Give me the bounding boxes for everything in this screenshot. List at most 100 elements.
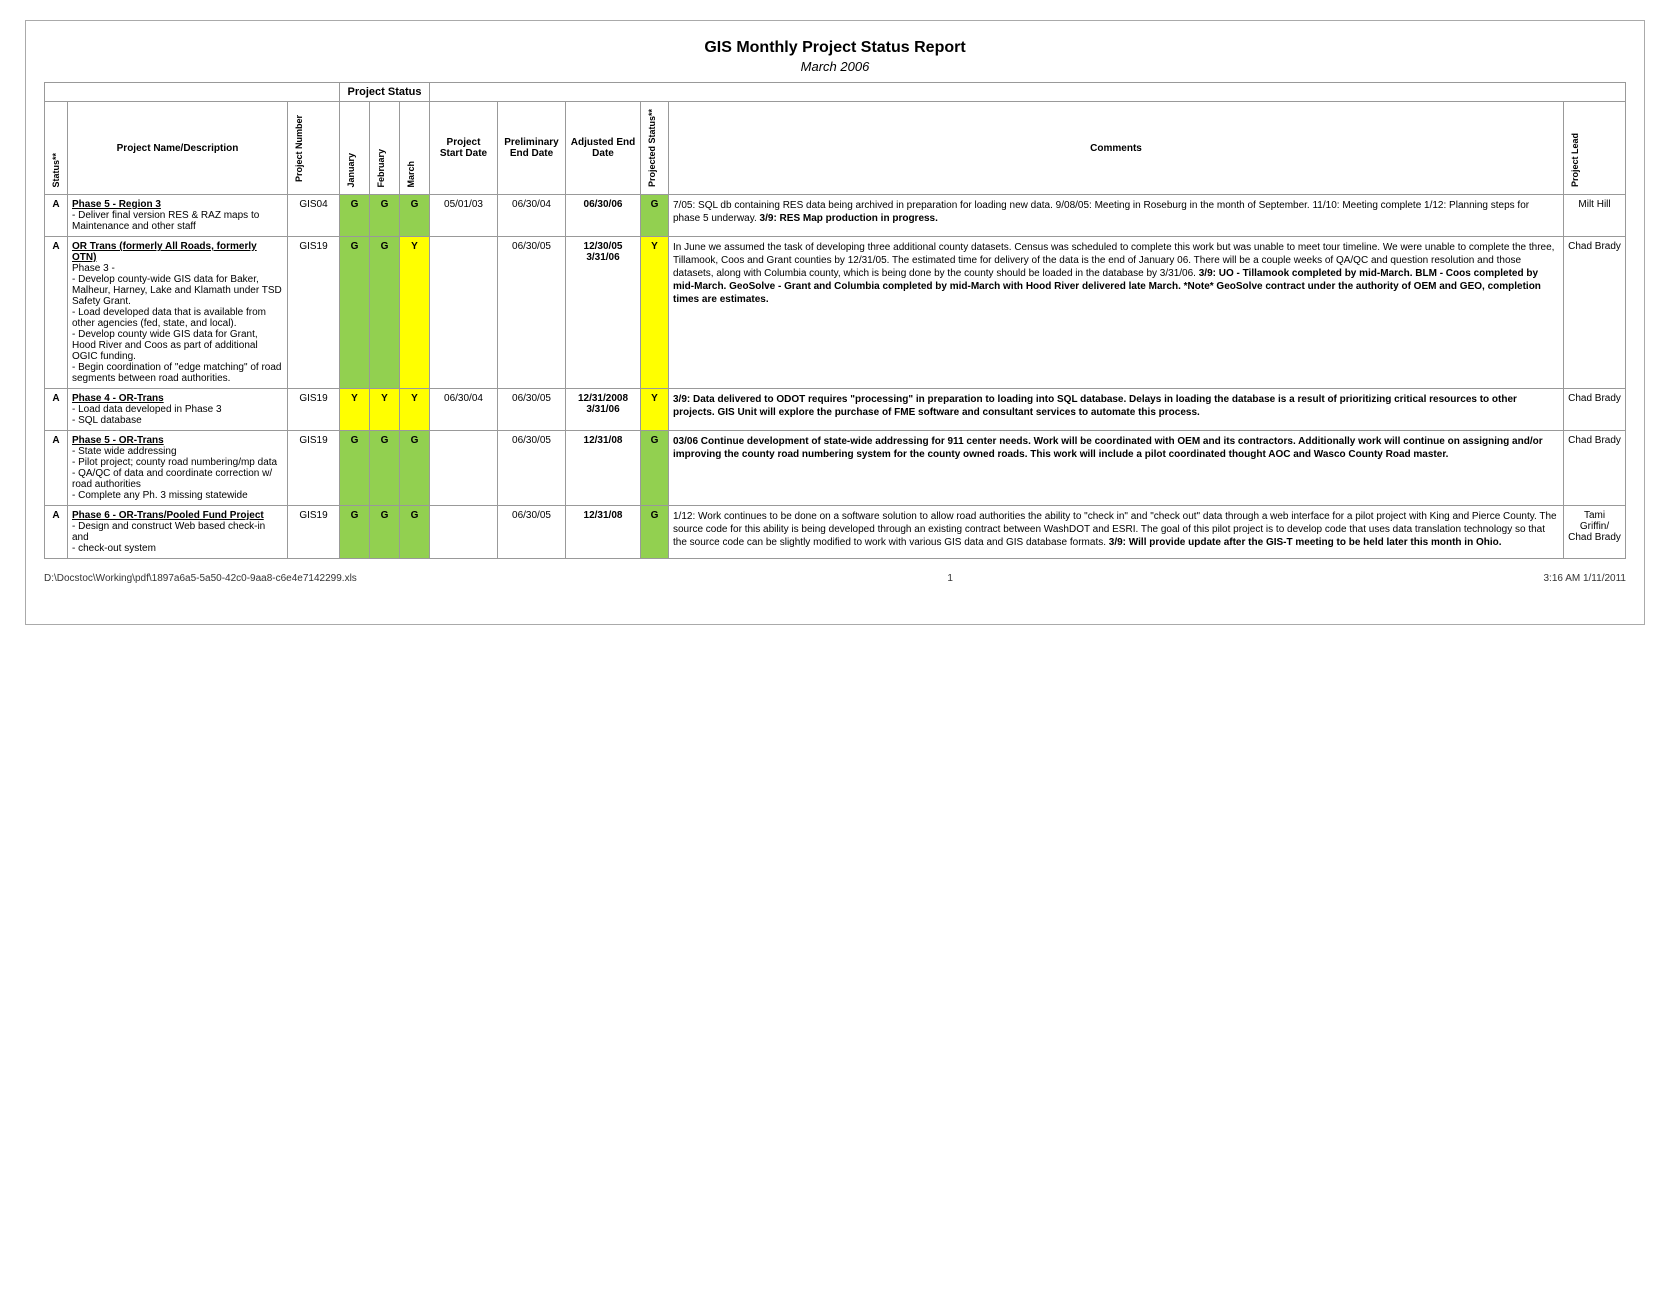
start-date-cell [430,506,498,559]
project-name-sub: - check-out system [72,543,156,554]
start-date-cell: 06/30/04 [430,389,498,431]
proj-status-col-header: Projected Status** [645,105,659,191]
project-name-sub: - Develop county-wide GIS data for Baker… [72,274,282,307]
comment-bold: 3/9: RES Map production in progress. [760,213,938,224]
comments-cell: 1/12: Work continues to be done on a sof… [669,506,1564,559]
project-status-header: Project Status [340,83,430,102]
project-name-sub: - Load data developed in Phase 3 [72,404,222,415]
jan-cell: G [340,431,370,506]
table-row: APhase 5 - Region 3- Deliver final versi… [45,195,1626,237]
start-date-cell: 05/01/03 [430,195,498,237]
table-row: APhase 5 - OR-Trans- State wide addressi… [45,431,1626,506]
adj-end-col-header: Adjusted End Date [566,102,641,195]
project-name-sub: - Design and construct Web based check-i… [72,521,265,543]
mar-cell: G [400,195,430,237]
comment-bold: 3/9: Data delivered to ODOT requires "pr… [673,394,1517,418]
adj-end-cell: 06/30/06 [566,195,641,237]
project-number-cell: GIS19 [288,431,340,506]
table-row: AOR Trans (formerly All Roads, formerly … [45,237,1626,389]
proj-status-cell: Y [641,389,669,431]
start-date-cell [430,237,498,389]
proj-status-cell: G [641,195,669,237]
project-number-cell: GIS19 [288,389,340,431]
feb-cell: G [370,195,400,237]
project-name-cell: Phase 5 - Region 3- Deliver final versio… [68,195,288,237]
mar-cell: G [400,506,430,559]
project-number-cell: GIS19 [288,506,340,559]
jan-cell: Y [340,389,370,431]
proj-status-cell: G [641,506,669,559]
project-number-col-header: Project Number [288,102,340,195]
comments-cell: 3/9: Data delivered to ODOT requires "pr… [669,389,1564,431]
project-name-sub: - Develop county wide GIS data for Grant… [72,329,258,362]
project-name-cell: Phase 6 - OR-Trans/Pooled Fund Project- … [68,506,288,559]
prelim-end-col-header: Preliminary End Date [498,102,566,195]
comments-col-header: Comments [669,102,1564,195]
comment-bold: 03/06 Continue development of state-wide… [673,436,1543,460]
lead-cell: Chad Brady [1564,431,1626,506]
project-name-bold: OR Trans (formerly All Roads, formerly O… [72,241,257,263]
start-date-cell [430,431,498,506]
feb-col-header: February [374,145,388,192]
project-name-sub: - Deliver final version RES & RAZ maps t… [72,210,259,232]
feb-cell: G [370,506,400,559]
lead-cell: Chad Brady [1564,389,1626,431]
proj-status-cell: Y [641,237,669,389]
prelim-end-cell: 06/30/05 [498,389,566,431]
project-name-sub: - Load developed data that is available … [72,307,266,329]
feb-cell: G [370,237,400,389]
adj-end-cell: 12/30/053/31/06 [566,237,641,389]
project-number-cell: GIS04 [288,195,340,237]
main-table: Project Status Status** Project Name/Des… [44,82,1626,559]
project-name-cell: OR Trans (formerly All Roads, formerly O… [68,237,288,389]
mar-col-header: March [404,157,418,192]
project-name-sub: - SQL database [72,415,142,426]
proj-status-cell: G [641,431,669,506]
prelim-end-cell: 06/30/05 [498,237,566,389]
lead-cell: Chad Brady [1564,237,1626,389]
adj-end-cell: 12/31/20083/31/06 [566,389,641,431]
comment-bold: 3/9: Will provide update after the GIS-T… [1109,537,1502,548]
status-cell: A [45,431,68,506]
status-cell: A [45,237,68,389]
jan-cell: G [340,195,370,237]
jan-col-header: January [344,149,358,192]
comments-cell: 03/06 Continue development of state-wide… [669,431,1564,506]
adj-end-cell: 12/31/08 [566,431,641,506]
footer-file-path: D:\Docstoc\Working\pdf\1897a6a5-5a50-42c… [44,573,357,584]
adj-end-cell: 12/31/08 [566,506,641,559]
comments-cell: 7/05: SQL db containing RES data being a… [669,195,1564,237]
feb-cell: G [370,431,400,506]
page-wrapper: GIS Monthly Project Status Report March … [25,20,1645,625]
project-name-bold: Phase 4 - OR-Trans [72,393,164,404]
status-cell: A [45,506,68,559]
project-name-bold: Phase 6 - OR-Trans/Pooled Fund Project [72,510,264,521]
table-row: APhase 4 - OR-Trans- Load data developed… [45,389,1626,431]
jan-cell: G [340,506,370,559]
footer-page: 1 [947,573,953,584]
mar-cell: Y [400,389,430,431]
project-name-sub: - Pilot project; county road numbering/m… [72,457,277,468]
report-subtitle: March 2006 [44,59,1626,74]
lead-cell: Milt Hill [1564,195,1626,237]
status-col-header: Status** [49,149,63,192]
project-name-sub: - State wide addressing [72,446,177,457]
report-title: GIS Monthly Project Status Report [44,39,1626,57]
mar-cell: Y [400,237,430,389]
project-name-bold: Phase 5 - Region 3 [72,199,161,210]
mar-cell: G [400,431,430,506]
project-name-cell: Phase 4 - OR-Trans- Load data developed … [68,389,288,431]
footer-timestamp: 3:16 AM 1/11/2011 [1544,573,1626,584]
start-date-col-header: Project Start Date [430,102,498,195]
status-cell: A [45,195,68,237]
table-row: APhase 6 - OR-Trans/Pooled Fund Project-… [45,506,1626,559]
jan-cell: G [340,237,370,389]
prelim-end-cell: 06/30/05 [498,506,566,559]
project-name-sub: - Begin coordination of "edge matching" … [72,362,281,384]
project-name-sub: - QA/QC of data and coordinate correctio… [72,468,272,490]
lead-col-header: Project Lead [1568,129,1582,191]
project-number-cell: GIS19 [288,237,340,389]
prelim-end-cell: 06/30/04 [498,195,566,237]
project-name-sub: - Complete any Ph. 3 missing statewide [72,490,248,501]
lead-cell: Tami Griffin/ Chad Brady [1564,506,1626,559]
